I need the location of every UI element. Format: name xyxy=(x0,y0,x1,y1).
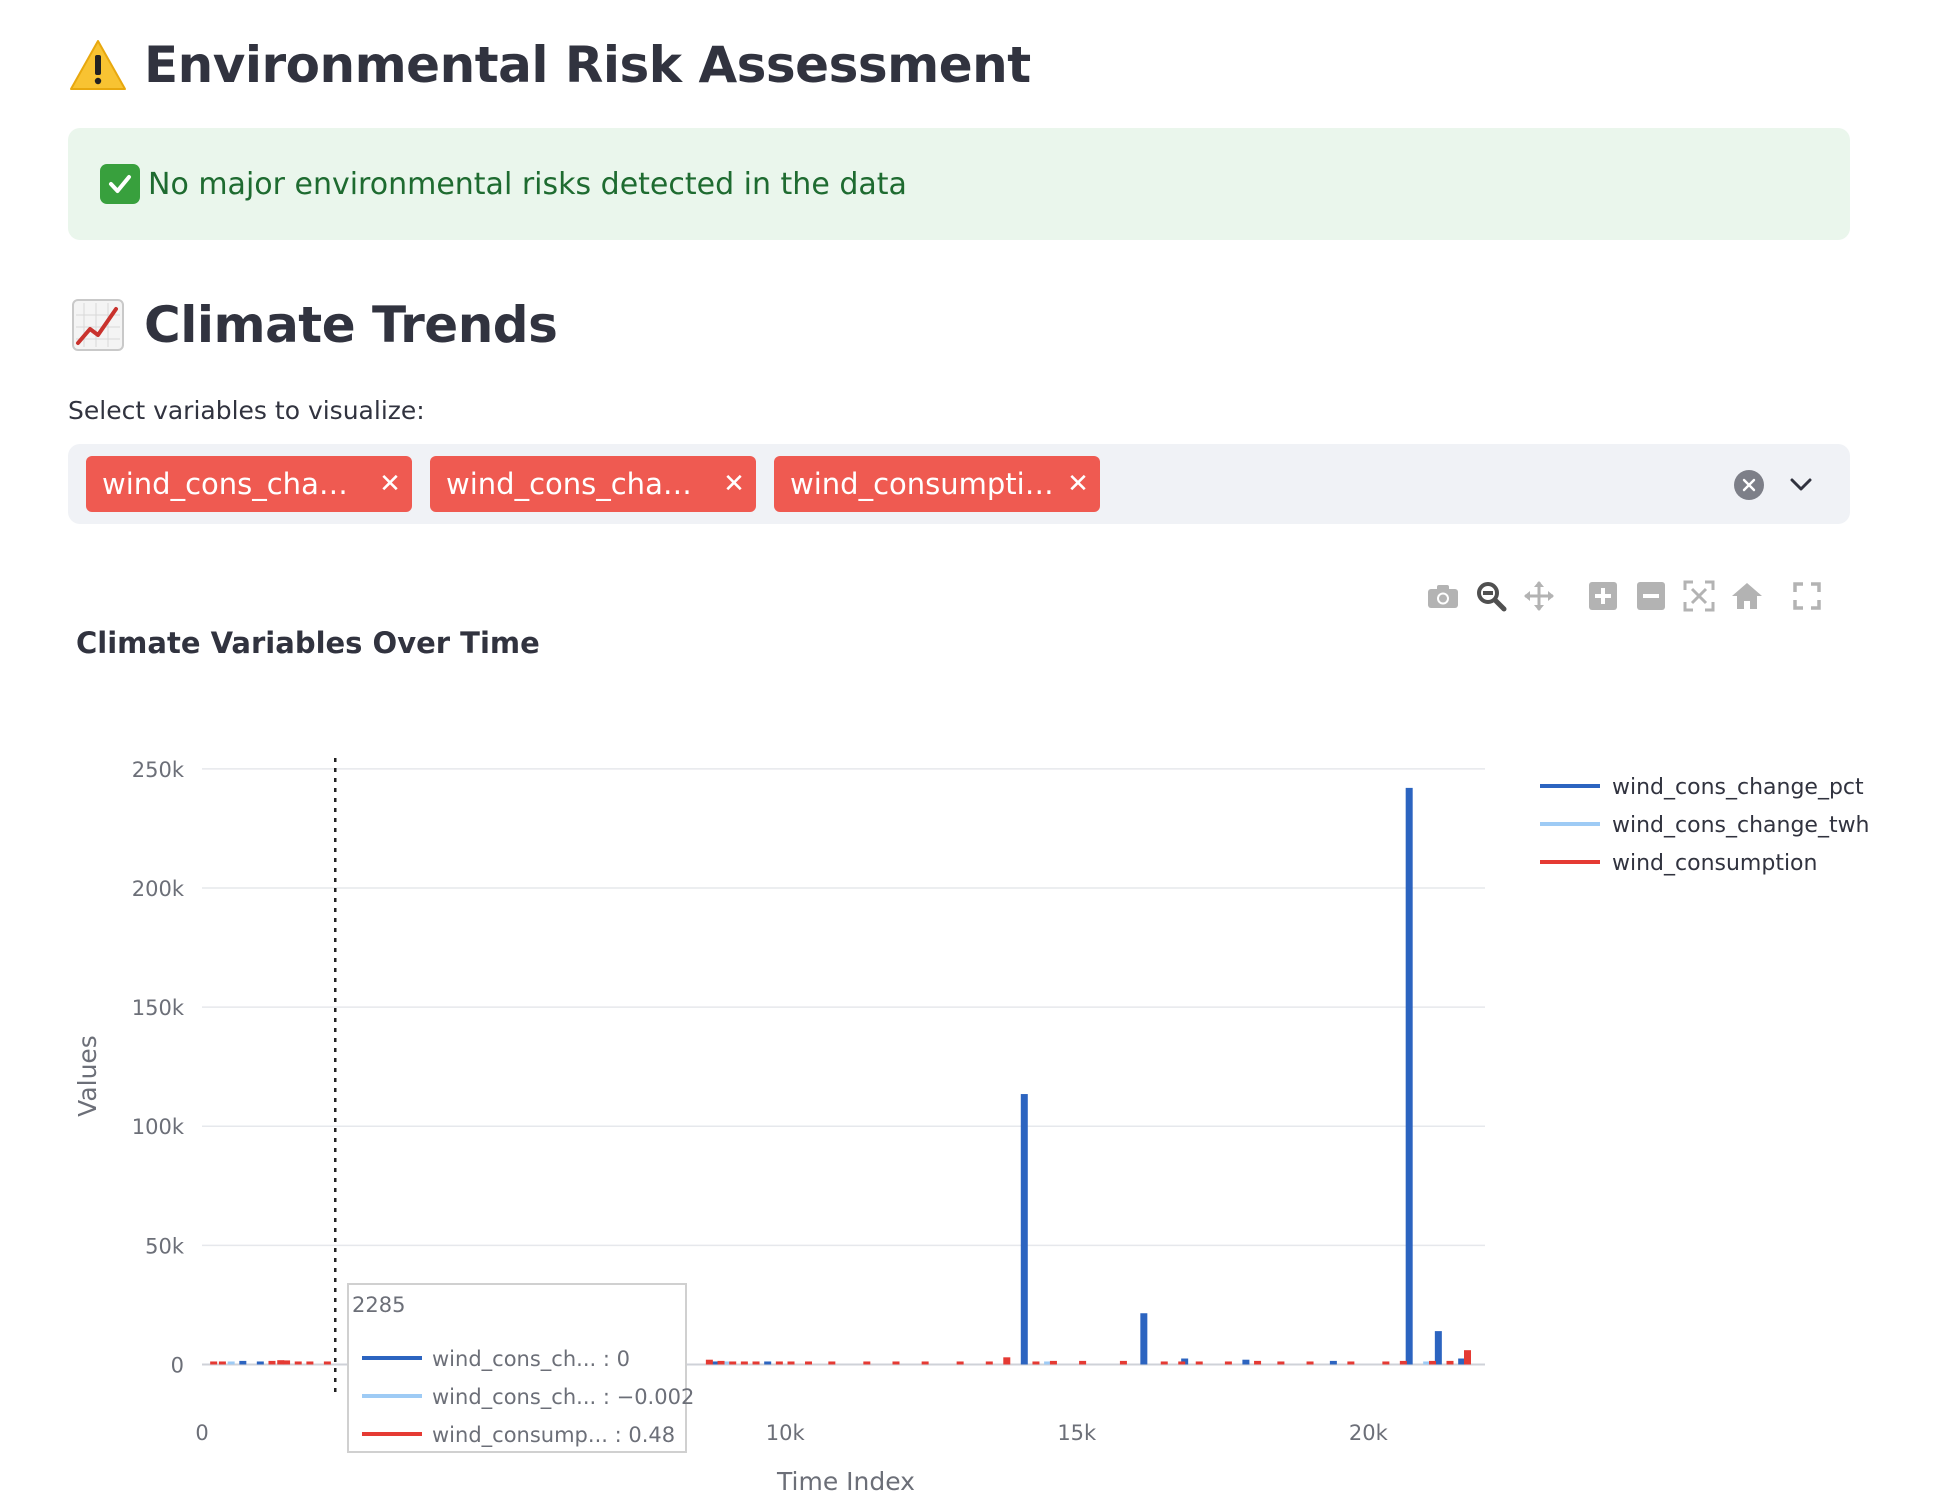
legend-item-wind_consumption[interactable]: wind_consumption xyxy=(1540,851,1817,876)
bar-wind_consumption xyxy=(1277,1361,1285,1365)
x-tick-label: 20k xyxy=(1349,1421,1389,1445)
x-axis-label: Time Index xyxy=(776,1467,915,1496)
hover-row-label: wind_consump... : 0.48 xyxy=(432,1423,675,1448)
y-tick-label: 0 xyxy=(171,1353,184,1377)
y-tick-label: 100k xyxy=(132,1115,185,1139)
bar-wind_cons_change_twh xyxy=(227,1361,235,1365)
bar-wind_consumption xyxy=(294,1361,302,1365)
bar-wind_consumption xyxy=(1399,1360,1407,1365)
bar-wind_consumption xyxy=(805,1361,813,1365)
legend-item-wind_cons_change_pct[interactable]: wind_cons_change_pct xyxy=(1540,775,1864,800)
chart-gridlines xyxy=(202,768,1485,1366)
bar-wind_consumption xyxy=(717,1360,725,1365)
x-tick-label: 0 xyxy=(195,1421,208,1445)
bar-wind_consumption xyxy=(1224,1361,1232,1365)
bar-wind_cons_change_pct xyxy=(1329,1360,1337,1365)
bar-wind_consumption xyxy=(1429,1360,1437,1365)
bar-wind_consumption xyxy=(1032,1361,1040,1365)
y-tick-label: 200k xyxy=(132,877,185,901)
bar-wind_consumption xyxy=(705,1359,713,1365)
y-tick-label: 150k xyxy=(132,996,185,1020)
bar-wind_cons_change_pct xyxy=(1434,1331,1442,1365)
bar-wind_consumption xyxy=(1119,1360,1127,1365)
x-tick-label: 15k xyxy=(1057,1421,1097,1445)
bar-wind_consumption xyxy=(1446,1360,1454,1365)
bar-wind_consumption xyxy=(892,1361,900,1365)
bar-wind_consumption xyxy=(752,1361,760,1365)
hover-x-value: 2285 xyxy=(352,1293,405,1317)
x-tick-label: 10k xyxy=(766,1421,806,1445)
bar-wind_consumption xyxy=(323,1361,331,1365)
bar-wind_consumption xyxy=(956,1361,964,1365)
bar-wind_consumption xyxy=(283,1360,291,1365)
y-tick-label: 50k xyxy=(145,1234,185,1258)
bar-wind_consumption xyxy=(1254,1360,1262,1365)
bar-wind_consumption xyxy=(1382,1361,1390,1365)
hover-tooltip: 2285 wind_cons_ch... : 0 wind_cons_ch... … xyxy=(347,1283,694,1453)
bar-wind_consumption xyxy=(863,1361,871,1365)
bar-wind_cons_change_pct xyxy=(1405,787,1413,1365)
bar-wind_consumption xyxy=(1049,1360,1057,1365)
bar-wind_consumption xyxy=(1003,1357,1011,1365)
chart-bars xyxy=(210,787,1472,1365)
bar-wind_consumption xyxy=(268,1360,276,1365)
bar-wind_consumption xyxy=(787,1361,795,1365)
bar-wind_consumption xyxy=(828,1361,836,1365)
bar-wind_cons_change_pct xyxy=(1020,1094,1028,1365)
y-axis-ticks: 0 50k 100k 150k 200k 250k xyxy=(132,758,185,1378)
bar-wind_consumption xyxy=(210,1361,218,1365)
bar-wind_cons_change_pct xyxy=(256,1361,264,1365)
bar-wind_consumption xyxy=(740,1361,748,1365)
bar-wind_consumption xyxy=(306,1361,314,1365)
bar-wind_consumption xyxy=(729,1361,737,1365)
bar-wind_consumption xyxy=(1160,1361,1168,1365)
bar-wind_consumption xyxy=(1195,1361,1203,1365)
bar-wind_consumption xyxy=(218,1361,226,1365)
bar-wind_cons_change_pct xyxy=(239,1360,247,1365)
bar-wind_cons_change_pct xyxy=(1140,1313,1148,1365)
bar-wind_cons_change_pct xyxy=(764,1361,772,1365)
chart-legend: wind_cons_change_pct wind_cons_change_twh… xyxy=(1540,775,1870,876)
hover-row-label: wind_cons_ch... : 0 xyxy=(432,1347,630,1372)
bar-wind_consumption xyxy=(921,1361,929,1365)
bar-wind_cons_change_pct xyxy=(1242,1359,1250,1365)
y-tick-label: 250k xyxy=(132,758,185,782)
y-axis-label: Values xyxy=(73,1035,102,1117)
bar-wind_consumption xyxy=(775,1361,783,1365)
hover-row-label: wind_cons_ch... : −0.002 xyxy=(432,1385,694,1410)
bar-wind_consumption xyxy=(1306,1361,1314,1365)
bar-wind_consumption xyxy=(1178,1361,1186,1365)
climate-chart[interactable]: 0 50k 100k 150k 200k 250k 0 10k 15k 20k Values T… xyxy=(0,0,1958,1496)
bar-wind_consumption xyxy=(1347,1361,1355,1365)
bar-wind_consumption xyxy=(1079,1360,1087,1365)
legend-item-wind_cons_change_twh[interactable]: wind_cons_change_twh xyxy=(1540,813,1870,838)
legend-label: wind_consumption xyxy=(1612,851,1817,876)
legend-label: wind_cons_change_pct xyxy=(1612,775,1864,800)
bar-wind_consumption xyxy=(985,1361,993,1365)
bar-wind_consumption xyxy=(1464,1350,1472,1365)
legend-label: wind_cons_change_twh xyxy=(1612,813,1870,838)
